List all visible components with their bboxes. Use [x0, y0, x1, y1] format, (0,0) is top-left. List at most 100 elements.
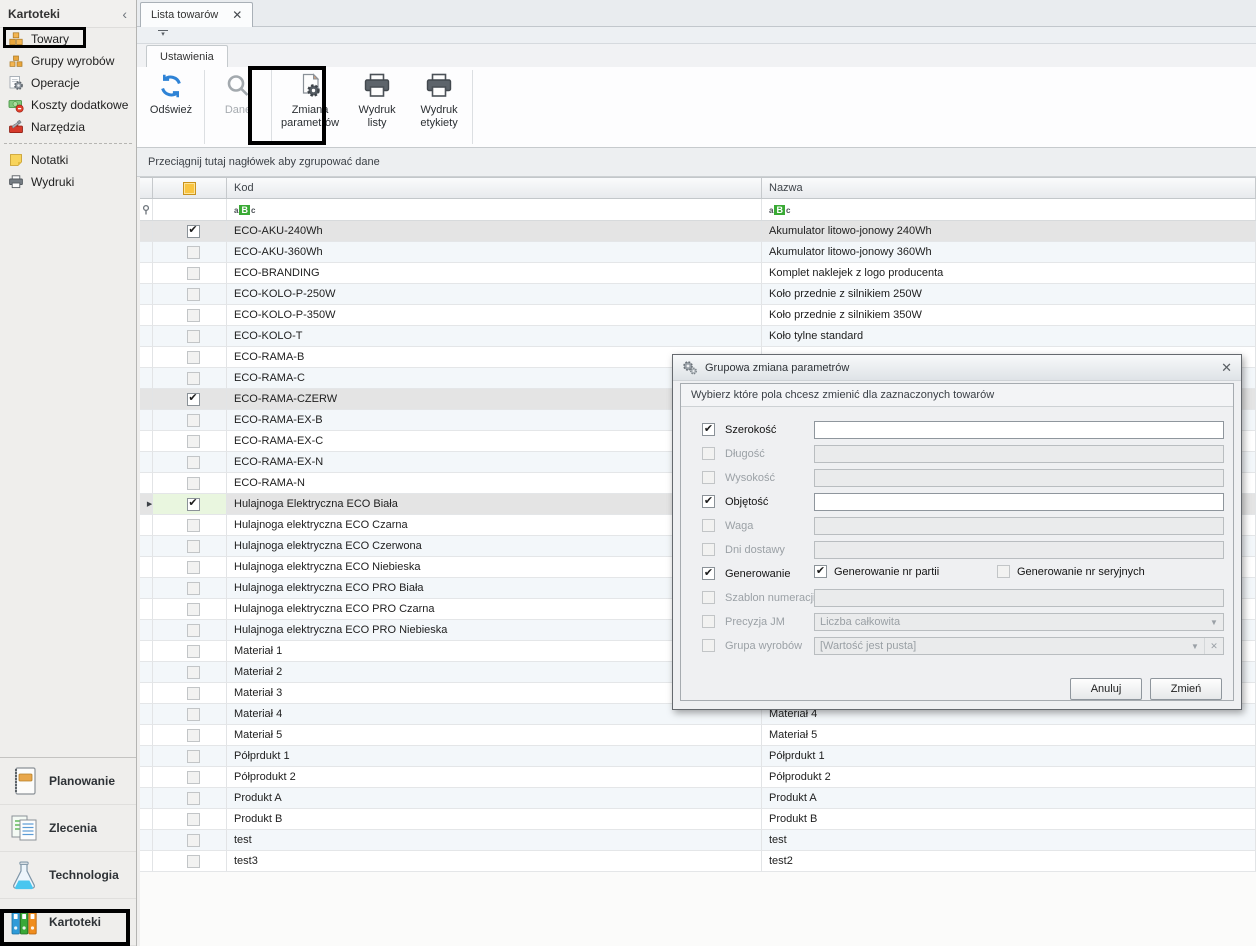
row-indicator-cell[interactable] [140, 557, 153, 578]
sidebar-item-koszty-dodatkowe[interactable]: Koszty dodatkowe [0, 94, 136, 116]
row-indicator-cell[interactable]: ▶ [140, 494, 153, 515]
field-checkbox-waga[interactable] [702, 519, 715, 532]
ribbon-button-wydruk-listy[interactable]: Wydruk listy [346, 67, 408, 147]
row-checkbox[interactable] [187, 435, 200, 448]
column-header-nazwa[interactable]: Nazwa [762, 178, 1256, 198]
column-header-kod[interactable]: Kod [227, 178, 762, 198]
field-checkbox-szerokość[interactable] [702, 423, 715, 436]
row-checkbox-cell[interactable] [153, 494, 227, 515]
sidebar-item-operacje[interactable]: Operacje [0, 72, 136, 94]
kod-cell[interactable]: Półprdukt 1 [227, 746, 762, 767]
bottom-nav-zlecenia[interactable]: Zlecenia [0, 805, 136, 852]
nazwa-cell[interactable]: Produkt A [762, 788, 1256, 809]
filter-nazwa-cell[interactable]: aBc [762, 199, 1256, 220]
ribbon-button-zmiana-parametrów[interactable]: Zmiana parametrów [274, 67, 346, 147]
row-checkbox[interactable] [187, 624, 200, 637]
row-checkbox-cell[interactable] [153, 368, 227, 389]
row-checkbox[interactable] [187, 834, 200, 847]
field-checkbox-długość[interactable] [702, 447, 715, 460]
row-checkbox-cell[interactable] [153, 473, 227, 494]
row-checkbox[interactable] [187, 582, 200, 595]
sidebar-item-notatki[interactable]: Notatki [0, 149, 136, 171]
row-checkbox-cell[interactable] [153, 662, 227, 683]
row-checkbox[interactable] [187, 771, 200, 784]
dialog-close-icon[interactable]: ✕ [1221, 360, 1232, 376]
row-indicator-cell[interactable] [140, 452, 153, 473]
row-checkbox[interactable] [187, 372, 200, 385]
tab-ustawienia[interactable]: Ustawienia [146, 45, 228, 67]
row-checkbox[interactable] [187, 351, 200, 364]
row-checkbox-cell[interactable] [153, 305, 227, 326]
row-checkbox-cell[interactable] [153, 242, 227, 263]
field-checkbox-grupa-wyrobów[interactable] [702, 639, 715, 652]
row-checkbox-cell[interactable] [153, 347, 227, 368]
row-indicator-cell[interactable] [140, 599, 153, 620]
nazwa-cell[interactable]: Produkt B [762, 809, 1256, 830]
kod-cell[interactable]: Materiał 5 [227, 725, 762, 746]
select-all-checkbox[interactable] [183, 182, 196, 195]
row-checkbox-cell[interactable] [153, 599, 227, 620]
row-checkbox[interactable] [187, 561, 200, 574]
field-input-szerokość[interactable] [814, 421, 1224, 439]
row-checkbox[interactable] [187, 792, 200, 805]
row-checkbox[interactable] [187, 267, 200, 280]
row-checkbox-cell[interactable] [153, 830, 227, 851]
row-checkbox-cell[interactable] [153, 326, 227, 347]
row-checkbox-cell[interactable] [153, 725, 227, 746]
row-checkbox[interactable] [187, 225, 200, 238]
row-indicator-cell[interactable] [140, 242, 153, 263]
sidebar-item-grupy-wyrob-w[interactable]: Grupy wyrobów [0, 50, 136, 72]
row-checkbox-cell[interactable] [153, 620, 227, 641]
row-checkbox[interactable] [187, 498, 200, 511]
row-checkbox-cell[interactable] [153, 704, 227, 725]
row-checkbox[interactable] [187, 540, 200, 553]
row-checkbox[interactable] [187, 687, 200, 700]
row-checkbox-cell[interactable] [153, 431, 227, 452]
row-checkbox[interactable] [187, 855, 200, 868]
nazwa-cell[interactable]: Koło przednie z silnikiem 250W [762, 284, 1256, 305]
change-button[interactable]: Zmień [1150, 678, 1222, 700]
field-checkbox-generowanie[interactable] [702, 567, 715, 580]
row-indicator-cell[interactable] [140, 830, 153, 851]
row-indicator-cell[interactable] [140, 347, 153, 368]
row-checkbox-cell[interactable] [153, 389, 227, 410]
row-checkbox-cell[interactable] [153, 221, 227, 242]
row-checkbox[interactable] [187, 309, 200, 322]
row-checkbox-cell[interactable] [153, 851, 227, 872]
row-indicator-cell[interactable] [140, 641, 153, 662]
header-select-all[interactable] [153, 178, 227, 198]
row-checkbox-cell[interactable] [153, 410, 227, 431]
kod-cell[interactable]: Produkt B [227, 809, 762, 830]
row-indicator-cell[interactable] [140, 368, 153, 389]
row-checkbox-cell[interactable] [153, 809, 227, 830]
row-checkbox-cell[interactable] [153, 641, 227, 662]
row-checkbox[interactable] [187, 246, 200, 259]
row-checkbox[interactable] [187, 666, 200, 679]
row-checkbox[interactable] [187, 330, 200, 343]
row-indicator-cell[interactable] [140, 389, 153, 410]
row-checkbox-cell[interactable] [153, 788, 227, 809]
field-checkbox-wysokość[interactable] [702, 471, 715, 484]
row-indicator-cell[interactable] [140, 515, 153, 536]
group-by-panel[interactable]: Przeciągnij tutaj nagłówek aby zgrupować… [137, 148, 1256, 177]
row-checkbox[interactable] [187, 708, 200, 721]
kod-cell[interactable]: Półprodukt 2 [227, 767, 762, 788]
nazwa-cell[interactable]: Koło tylne standard [762, 326, 1256, 347]
row-indicator-cell[interactable] [140, 809, 153, 830]
toolbar-customize-icon[interactable]: ▾ [158, 30, 168, 38]
field-input-objętość[interactable] [814, 493, 1224, 511]
row-checkbox[interactable] [187, 456, 200, 469]
row-checkbox[interactable] [187, 519, 200, 532]
cancel-button[interactable]: Anuluj [1070, 678, 1142, 700]
filter-pin-cell[interactable] [140, 199, 153, 220]
kod-cell[interactable]: ECO-AKU-360Wh [227, 242, 762, 263]
row-checkbox[interactable] [187, 414, 200, 427]
row-checkbox[interactable] [187, 477, 200, 490]
sidebar-item-narz-dzia[interactable]: Narzędzia [0, 116, 136, 138]
row-checkbox[interactable] [187, 645, 200, 658]
sidebar-collapse-button[interactable]: ‹ [122, 6, 127, 22]
bottom-nav-kartoteki[interactable]: Kartoteki [0, 899, 136, 946]
field-checkbox-objętość[interactable] [702, 495, 715, 508]
bottom-nav-technologia[interactable]: Technologia [0, 852, 136, 899]
field-checkbox-szablon-numeracji[interactable] [702, 591, 715, 604]
